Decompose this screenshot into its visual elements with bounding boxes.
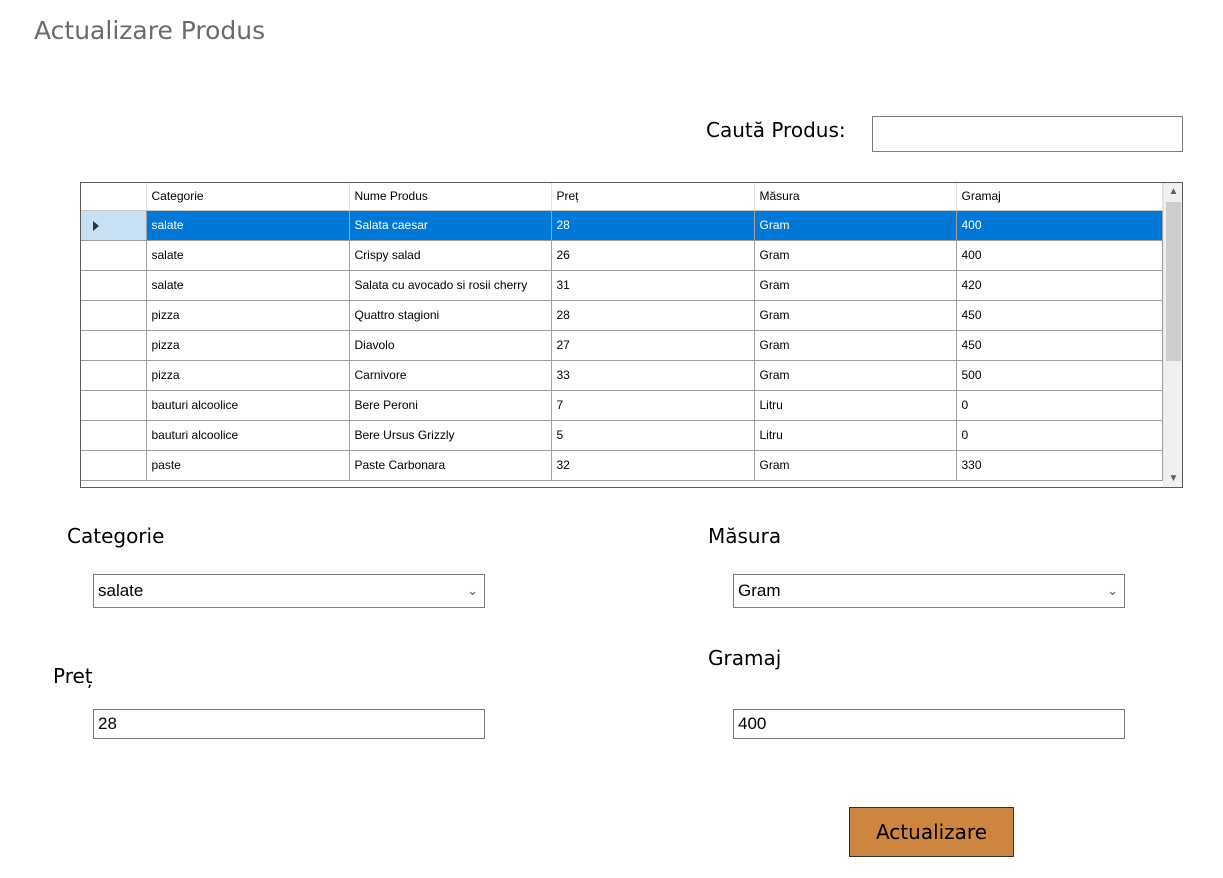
table-row[interactable]: salate Salata cu avocado si rosii cherry 3… (81, 270, 1163, 301)
column-header-categorie[interactable]: Categorie (146, 183, 350, 211)
row-header[interactable] (81, 360, 147, 391)
cell-pret[interactable]: 33 (551, 360, 755, 391)
row-header[interactable] (81, 420, 147, 451)
cell-categorie[interactable]: bauturi alcoolice (146, 420, 350, 451)
cell-categorie[interactable]: pizza (146, 330, 350, 361)
update-button[interactable]: Actualizare (849, 807, 1014, 857)
cell-pret[interactable]: 7 (551, 390, 755, 421)
row-header[interactable] (81, 300, 147, 331)
cell-masura[interactable]: Litru (754, 420, 957, 451)
table-row[interactable]: pizza Carnivore 33 Gram 500 (81, 360, 1163, 391)
cell-gramaj[interactable]: 400 (956, 240, 1163, 271)
table-row[interactable]: pizza Diavolo 27 Gram 450 (81, 330, 1163, 361)
cell-nume-produs[interactable]: Crispy salad (349, 240, 552, 271)
cell-masura[interactable]: Gram (754, 330, 957, 361)
cell-categorie[interactable]: pizza (146, 300, 350, 331)
row-header[interactable] (81, 450, 147, 481)
cell-categorie[interactable]: salate (146, 240, 350, 271)
cell-nume-produs[interactable]: Bere Ursus Grizzly (349, 420, 552, 451)
gramaj-input[interactable]: 400 (733, 709, 1125, 739)
table-row[interactable]: salate Salata caesar 28 Gram 400 (81, 210, 1163, 241)
chevron-down-icon[interactable]: ⌄ (467, 575, 478, 607)
table-row[interactable]: pizza Quattro stagioni 28 Gram 450 (81, 300, 1163, 331)
cell-pret[interactable]: 28 (551, 210, 755, 241)
row-header-corner (81, 183, 147, 211)
cell-gramaj[interactable]: 400 (956, 210, 1163, 241)
row-header[interactable] (81, 210, 147, 241)
cell-categorie[interactable]: salate (146, 270, 350, 301)
gramaj-label: Gramaj (708, 646, 782, 670)
cell-masura[interactable]: Gram (754, 300, 957, 331)
cell-gramaj[interactable]: 420 (956, 270, 1163, 301)
search-input[interactable] (872, 116, 1183, 152)
cell-masura[interactable]: Gram (754, 450, 957, 481)
categorie-label: Categorie (67, 524, 165, 548)
cell-nume-produs[interactable]: Diavolo (349, 330, 552, 361)
cell-gramaj[interactable]: 0 (956, 420, 1163, 451)
masura-select[interactable]: Gram ⌄ (733, 574, 1125, 608)
products-grid[interactable]: Categorie Nume Produs Preț Măsura Gramaj… (80, 182, 1183, 488)
cell-categorie[interactable]: bauturi alcoolice (146, 390, 350, 421)
cell-categorie[interactable]: pizza (146, 360, 350, 391)
row-header[interactable] (81, 240, 147, 271)
pret-input[interactable]: 28 (93, 709, 485, 739)
cell-pret[interactable]: 31 (551, 270, 755, 301)
table-header-row: Categorie Nume Produs Preț Măsura Gramaj (81, 183, 1163, 211)
cell-gramaj[interactable]: 0 (956, 390, 1163, 421)
table-row[interactable]: paste Paste Carbonara 32 Gram 330 (81, 450, 1163, 481)
cell-masura[interactable]: Gram (754, 270, 957, 301)
cell-masura[interactable]: Gram (754, 240, 957, 271)
table-body: salate Salata caesar 28 Gram 400 salate Crispy… (81, 210, 1163, 481)
masura-label: Măsura (708, 524, 782, 548)
row-header[interactable] (81, 330, 147, 361)
categorie-select[interactable]: salate ⌄ (93, 574, 485, 608)
masura-select-value: Gram (738, 581, 781, 600)
cell-masura[interactable]: Gram (754, 210, 957, 241)
row-header[interactable] (81, 390, 147, 421)
cell-nume-produs[interactable]: Bere Peroni (349, 390, 552, 421)
scroll-thumb[interactable] (1166, 202, 1181, 361)
column-header-masura[interactable]: Măsura (754, 183, 957, 211)
column-header-gramaj[interactable]: Gramaj (956, 183, 1163, 211)
scroll-down-icon[interactable]: ▼ (1164, 470, 1182, 487)
scroll-up-icon[interactable]: ▲ (1164, 183, 1182, 200)
table-row[interactable]: salate Crispy salad 26 Gram 400 (81, 240, 1163, 271)
cell-pret[interactable]: 27 (551, 330, 755, 361)
cell-gramaj[interactable]: 330 (956, 450, 1163, 481)
categorie-select-value: salate (98, 581, 144, 600)
cell-nume-produs[interactable]: Salata cu avocado si rosii cherry (349, 270, 552, 301)
cell-nume-produs[interactable]: Salata caesar (349, 210, 552, 241)
products-table: Categorie Nume Produs Preț Măsura Gramaj… (81, 183, 1163, 481)
cell-masura[interactable]: Gram (754, 360, 957, 391)
cell-gramaj[interactable]: 450 (956, 300, 1163, 331)
page-title: Actualizare Produs (34, 16, 266, 45)
vertical-scrollbar[interactable]: ▲ ▼ (1163, 183, 1182, 487)
cell-gramaj[interactable]: 450 (956, 330, 1163, 361)
cell-pret[interactable]: 28 (551, 300, 755, 331)
cell-nume-produs[interactable]: Carnivore (349, 360, 552, 391)
table-row[interactable]: bauturi alcoolice Bere Ursus Grizzly 5 Litr… (81, 420, 1163, 451)
cell-masura[interactable]: Litru (754, 390, 957, 421)
row-header[interactable] (81, 270, 147, 301)
table-row[interactable]: bauturi alcoolice Bere Peroni 7 Litru 0 (81, 390, 1163, 421)
pret-label: Preț (53, 664, 93, 688)
column-header-nume-produs[interactable]: Nume Produs (349, 183, 552, 211)
cell-categorie[interactable]: salate (146, 210, 350, 241)
cell-pret[interactable]: 5 (551, 420, 755, 451)
column-header-pret[interactable]: Preț (551, 183, 755, 211)
cell-pret[interactable]: 32 (551, 450, 755, 481)
cell-gramaj[interactable]: 500 (956, 360, 1163, 391)
search-label: Caută Produs: (706, 118, 846, 142)
cell-pret[interactable]: 26 (551, 240, 755, 271)
chevron-down-icon[interactable]: ⌄ (1107, 575, 1118, 607)
triangle-right-icon (93, 220, 99, 231)
cell-categorie[interactable]: paste (146, 450, 350, 481)
cell-nume-produs[interactable]: Paste Carbonara (349, 450, 552, 481)
cell-nume-produs[interactable]: Quattro stagioni (349, 300, 552, 331)
